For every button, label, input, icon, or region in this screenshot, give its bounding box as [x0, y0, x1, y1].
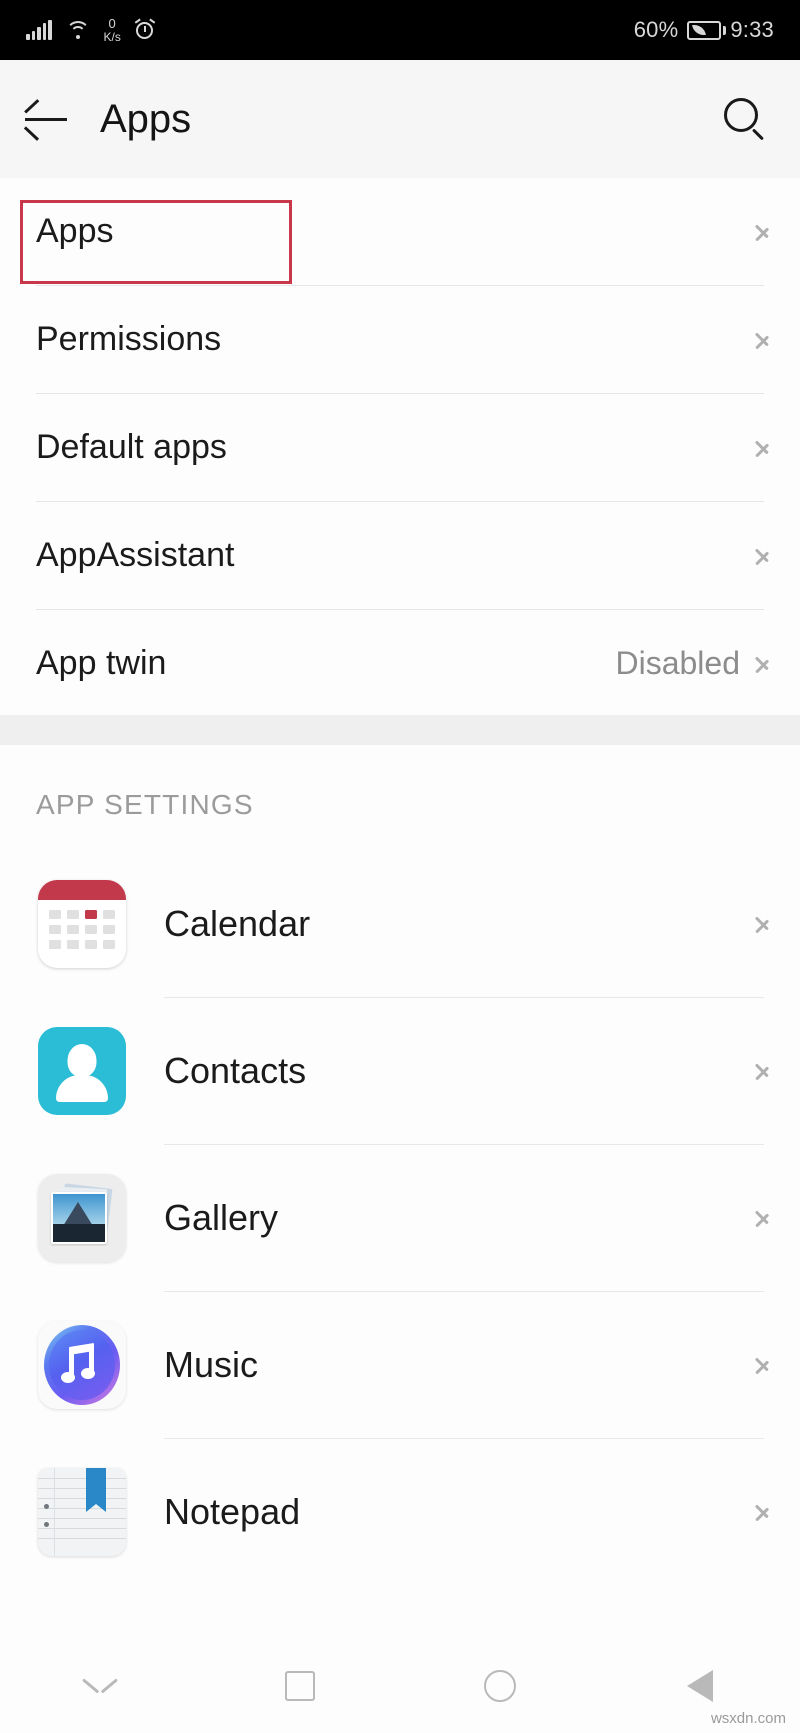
settings-list-top: Apps Permissions Default apps AppAssista…	[0, 178, 800, 717]
settings-row-label: Apps	[36, 212, 114, 250]
notepad-app-icon	[38, 1468, 126, 1556]
chevron-right-icon	[754, 908, 774, 940]
search-icon	[722, 96, 768, 142]
music-app-icon	[38, 1321, 126, 1409]
watermark: wsxdn.com	[710, 1710, 786, 1727]
settings-row-value: Disabled	[615, 645, 740, 681]
chevron-down-icon	[82, 1676, 118, 1696]
section-header: APP SETTINGS	[36, 789, 254, 820]
settings-row-apps[interactable]: Apps	[0, 178, 800, 285]
page-title: Apps	[100, 96, 192, 141]
home-circle-icon	[484, 1669, 516, 1702]
app-bar: Apps	[0, 60, 800, 178]
search-button[interactable]	[690, 60, 800, 178]
app-settings-list: APP SETTINGS Calendar Contacts Gallery M…	[0, 745, 800, 1585]
chevron-right-icon	[754, 540, 774, 572]
phone-screen: 0 K/s 60% 9:33 Apps Apps Permissions Def…	[0, 0, 800, 1733]
network-speed-value: 0	[108, 16, 116, 31]
chevron-right-icon	[754, 648, 774, 680]
settings-row-label: Default apps	[36, 428, 227, 466]
chevron-right-icon	[754, 432, 774, 464]
app-row-calendar[interactable]: Calendar	[0, 851, 800, 997]
chevron-right-icon	[754, 1496, 774, 1528]
status-bar-left: 0 K/s	[26, 17, 156, 43]
settings-row-label: AppAssistant	[36, 536, 235, 574]
app-row-label: Gallery	[164, 1197, 279, 1238]
battery-saver-icon	[687, 20, 727, 40]
navigation-bar	[0, 1638, 800, 1733]
recents-square-icon	[285, 1670, 315, 1701]
network-speed-indicator: 0 K/s	[104, 17, 121, 43]
recents-button[interactable]	[200, 1638, 400, 1733]
settings-row-label: Permissions	[36, 320, 222, 358]
section-separator-band	[0, 715, 800, 745]
contacts-app-icon	[38, 1027, 126, 1115]
settings-row-default-apps[interactable]: Default apps	[0, 394, 800, 501]
calendar-app-icon	[38, 880, 126, 968]
alarm-clock-icon	[134, 18, 156, 40]
app-row-label: Calendar	[164, 903, 311, 944]
gallery-app-icon	[38, 1174, 126, 1262]
battery-percent-label: 60%	[633, 17, 679, 42]
hide-navbar-button[interactable]	[0, 1638, 200, 1733]
back-button[interactable]	[0, 60, 92, 178]
app-row-label: Contacts	[164, 1050, 307, 1091]
chevron-right-icon	[754, 1055, 774, 1087]
app-row-music[interactable]: Music	[0, 1292, 800, 1438]
settings-row-appassistant[interactable]: AppAssistant	[0, 502, 800, 609]
app-row-gallery[interactable]: Gallery	[0, 1145, 800, 1291]
app-row-contacts[interactable]: Contacts	[0, 998, 800, 1144]
settings-row-permissions[interactable]: Permissions	[0, 286, 800, 393]
signal-bars-icon	[26, 20, 52, 40]
network-speed-unit: K/s	[103, 30, 121, 44]
app-row-label: Notepad	[164, 1491, 301, 1532]
back-arrow-icon	[24, 99, 67, 141]
chevron-right-icon	[754, 216, 774, 248]
chevron-right-icon	[754, 324, 774, 356]
settings-row-label: App twin	[36, 644, 167, 682]
chevron-right-icon	[754, 1202, 774, 1234]
back-triangle-icon	[687, 1669, 713, 1702]
wifi-icon	[65, 20, 90, 40]
chevron-right-icon	[754, 1349, 774, 1381]
app-row-label: Music	[164, 1344, 259, 1385]
status-bar-right: 60% 9:33	[634, 17, 774, 43]
status-bar: 0 K/s 60% 9:33	[0, 0, 800, 60]
status-bar-clock: 9:33	[730, 17, 774, 42]
settings-row-app-twin[interactable]: App twin Disabled	[0, 610, 800, 717]
home-button[interactable]	[400, 1638, 600, 1733]
app-row-notepad[interactable]: Notepad	[0, 1439, 800, 1585]
